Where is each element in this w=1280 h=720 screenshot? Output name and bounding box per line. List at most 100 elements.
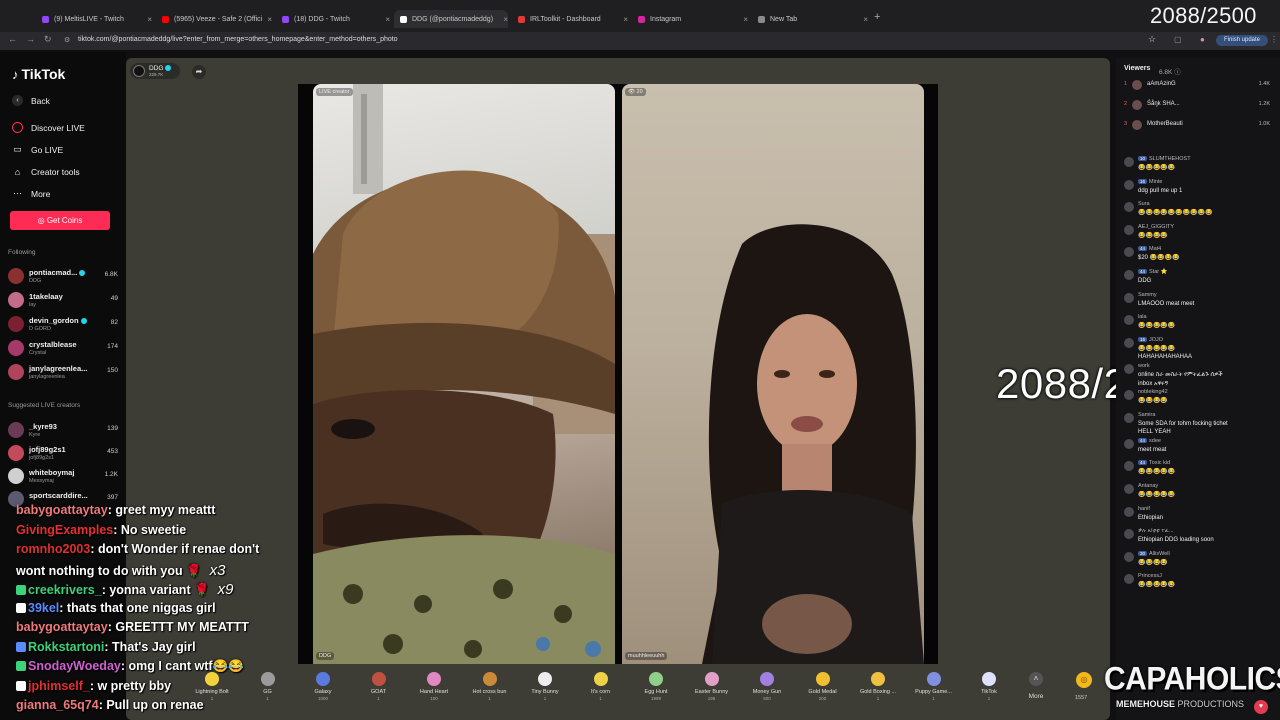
- browser-tab[interactable]: IRLToolkit - Dashboard ×: [512, 10, 628, 28]
- browser-tab[interactable]: DDG (@pontiacmadeddg) ×: [394, 10, 508, 28]
- site-info-icon[interactable]: ⚙: [64, 36, 70, 44]
- gift-item[interactable]: Egg Hunt 1999: [633, 670, 679, 710]
- browser-menu-icon[interactable]: ⋮: [1270, 35, 1278, 44]
- account-name-text: crystalblease: [29, 340, 77, 349]
- chat-username[interactable]: Sura: [1138, 201, 1150, 207]
- tab-label: Instagram: [650, 15, 682, 23]
- tab-close-icon[interactable]: ×: [147, 15, 152, 24]
- tab-close-icon[interactable]: ×: [743, 15, 748, 24]
- chat-username[interactable]: Samira: [1138, 412, 1155, 418]
- chat-username[interactable]: 44 Star ⭐: [1138, 269, 1167, 275]
- following-account[interactable]: 1takelaay lay 49: [8, 291, 120, 311]
- gift-price: 1: [876, 696, 880, 701]
- gift-item[interactable]: Galaxy 1000: [300, 670, 346, 710]
- gift-item[interactable]: It's corn 1: [578, 670, 624, 710]
- account-nickname: Kyre: [29, 432, 41, 438]
- heart-icon[interactable]: ♥: [1254, 700, 1268, 714]
- chat-username[interactable]: 30 AllisWell: [1138, 550, 1170, 557]
- chat-username[interactable]: hanif: [1138, 506, 1150, 512]
- avatar: [1124, 363, 1134, 374]
- extensions-icon[interactable]: ▢: [1174, 35, 1182, 44]
- chat-username[interactable]: PrincessJ: [1138, 573, 1162, 579]
- sidebar-item-discover-live[interactable]: Discover LIVE: [12, 122, 85, 133]
- chat-username[interactable]: 10 SLUMTHEHOST: [1138, 156, 1191, 162]
- suggested-account[interactable]: whiteboymaj Messymaj 1.2K: [8, 467, 120, 487]
- gift-price: 1: [266, 696, 269, 701]
- top-viewer[interactable]: 3 MotherBeauti 1.0K: [1124, 118, 1270, 134]
- browser-tab[interactable]: Instagram ×: [632, 10, 748, 28]
- more-gifts-button[interactable]: ˄ More: [1024, 672, 1048, 708]
- host-avatar[interactable]: [133, 65, 145, 77]
- bookmark-star-icon[interactable]: ☆: [1148, 34, 1156, 45]
- share-icon[interactable]: ➦: [192, 65, 206, 79]
- back-arrow-icon[interactable]: ←: [8, 34, 17, 44]
- browser-tab[interactable]: (18) DDG - Twitch ×: [276, 10, 390, 28]
- info-icon[interactable]: ⓘ: [1174, 69, 1181, 76]
- gift-name: Lightning Bolt: [195, 689, 229, 695]
- browser-tab[interactable]: New Tab ×: [752, 10, 868, 28]
- chat-username[interactable]: nobleking42: [1138, 389, 1168, 395]
- tab-close-icon[interactable]: ×: [267, 15, 272, 24]
- chat-username[interactable]: 16 Minte: [1138, 178, 1162, 185]
- avatar: [1132, 120, 1142, 130]
- gift-item[interactable]: Hot cross bun 1: [467, 670, 513, 710]
- tab-label: (9) MeltisLIVE - Twitch: [54, 15, 124, 23]
- avatar: [8, 316, 24, 332]
- following-account[interactable]: pontiacmad... DDG 6.8K: [8, 267, 120, 287]
- viewer-count: 139: [107, 425, 118, 432]
- tab-close-icon[interactable]: ×: [503, 15, 508, 24]
- suggested-account[interactable]: _kyre93 Kyre 139: [8, 421, 120, 441]
- account-name: 1takelaay: [29, 292, 63, 301]
- tab-close-icon[interactable]: ×: [623, 15, 628, 24]
- chat-username[interactable]: 16 JOJO: [1138, 336, 1163, 343]
- back-link[interactable]: ‹ Back: [12, 95, 50, 106]
- tab-close-icon[interactable]: ×: [863, 15, 868, 24]
- gift-item[interactable]: Puppy Game... 1: [911, 670, 957, 710]
- sidebar-item-more[interactable]: ⋯ More: [12, 188, 50, 199]
- following-account[interactable]: janylagreenlea... janylagreenlea 150: [8, 363, 120, 383]
- gift-item[interactable]: TikTok 1: [966, 670, 1012, 710]
- capaholics-watermark: CAPAHOLICS: [1104, 661, 1280, 698]
- chat-text: Ethiopian DDG loading soon: [1138, 537, 1214, 544]
- tiktok-logo[interactable]: ♪ TikTok: [12, 66, 65, 82]
- forward-arrow-icon[interactable]: →: [26, 34, 35, 44]
- gift-item[interactable]: Money Gun 500: [744, 670, 790, 710]
- finish-update-button[interactable]: Finish update: [1216, 35, 1268, 46]
- top-viewer[interactable]: 1 aAmAzinG 1.4K: [1124, 78, 1270, 94]
- get-coins-button[interactable]: ◎ Get Coins: [10, 211, 110, 230]
- following-account[interactable]: crystalblease Crystal 174: [8, 339, 120, 359]
- gift-item[interactable]: Gold Boxing ... 1: [855, 670, 901, 710]
- chevron-up-icon: ˄: [1029, 672, 1043, 686]
- gift-item[interactable]: Hand Heart 100: [411, 670, 457, 710]
- coin-balance-icon[interactable]: ◎: [1076, 672, 1092, 688]
- browser-tab[interactable]: (9) MeltisLIVE - Twitch ×: [36, 10, 152, 28]
- sidebar-item-creator-tools[interactable]: ⌂ Creator tools: [12, 166, 80, 177]
- gift-item[interactable]: Tiny Bunny 1: [522, 670, 568, 710]
- suggested-account[interactable]: jofj89g2s1 jofj89g2s1 453: [8, 444, 120, 464]
- new-tab-button[interactable]: +: [874, 11, 880, 23]
- chat-username[interactable]: 44 Mat4: [1138, 246, 1161, 252]
- chat-username[interactable]: Antanay: [1138, 483, 1158, 489]
- reload-icon[interactable]: ↻: [44, 34, 52, 45]
- chat-username[interactable]: lala: [1138, 314, 1147, 320]
- chat-username[interactable]: 44 Toxic kid: [1138, 460, 1170, 466]
- top-viewer[interactable]: 2 Śåŋk SHA... 1.2K: [1124, 98, 1270, 114]
- gift-item[interactable]: GOAT 1: [356, 670, 402, 710]
- browser-tab[interactable]: (5965) Veeze - Safe 2 (Offici ×: [156, 10, 272, 28]
- sidebar-item-go-live[interactable]: ▭ Go LIVE: [12, 144, 63, 155]
- following-account[interactable]: devin_gordon D GORD 82: [8, 315, 120, 335]
- url-field[interactable]: tiktok.com/@pontiacmadeddg/live?enter_fr…: [78, 36, 398, 43]
- chat-username[interactable]: ቃሉ አ/ቲቲ ተፈ...: [1138, 528, 1174, 535]
- chat-username[interactable]: AEJ_GIGGITY: [1138, 224, 1174, 230]
- gift-item[interactable]: GG 1: [245, 670, 291, 710]
- chat-username[interactable]: Sammy: [1138, 292, 1157, 298]
- tab-favicon-icon: [400, 15, 407, 23]
- twitch-chat-line: creekrivers_: yonna variant 🌹 x9: [16, 581, 233, 598]
- gift-price: 100: [430, 696, 438, 701]
- gift-item[interactable]: Easter Bunny 199: [689, 670, 735, 710]
- chat-username[interactable]: work: [1138, 363, 1150, 369]
- gift-item[interactable]: Gold Medal 200: [800, 670, 846, 710]
- profile-avatar-icon[interactable]: ●: [1200, 35, 1205, 44]
- tab-close-icon[interactable]: ×: [385, 15, 390, 24]
- chat-username[interactable]: 44 sdee: [1138, 437, 1161, 444]
